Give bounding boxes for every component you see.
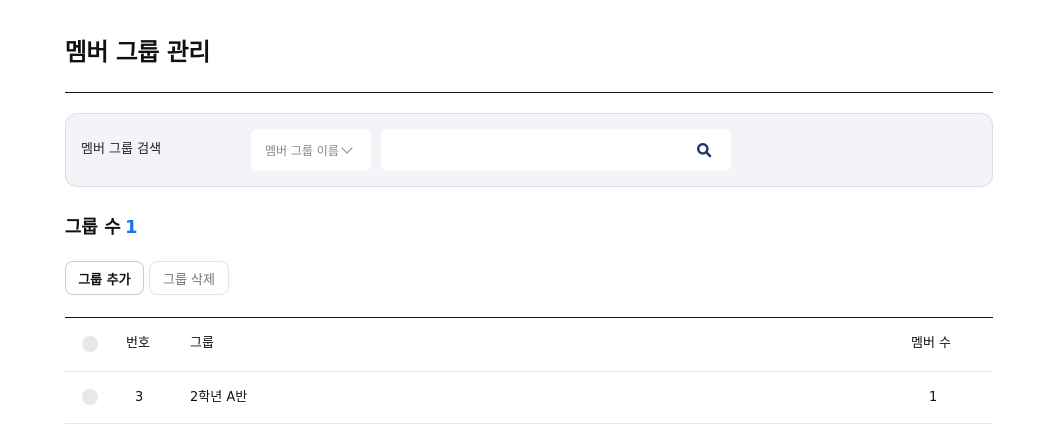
search-icon <box>697 143 712 158</box>
page-title: 멤버 그룹 관리 <box>65 38 211 66</box>
chevron-down-icon <box>341 141 353 154</box>
table-top-border <box>65 317 993 318</box>
search-type-select[interactable]: 멤버 그룹 이름 <box>251 129 371 171</box>
row-checkbox[interactable] <box>82 389 98 405</box>
group-count: 그룹 수1 <box>65 215 137 241</box>
group-count-value: 1 <box>124 217 138 238</box>
search-input[interactable] <box>381 129 731 171</box>
row-divider <box>65 423 993 424</box>
row-member-count: 1 <box>929 390 938 405</box>
header-members: 멤버 수 <box>911 336 952 351</box>
header-divider <box>65 371 993 372</box>
title-divider <box>65 92 993 93</box>
group-count-label: 그룹 수 <box>65 217 121 238</box>
header-group: 그룹 <box>190 336 214 351</box>
row-number: 3 <box>135 390 144 405</box>
header-number: 번호 <box>126 336 150 351</box>
search-label: 멤버 그룹 검색 <box>81 142 162 157</box>
search-button[interactable] <box>690 137 718 163</box>
search-panel: 멤버 그룹 검색 멤버 그룹 이름 <box>65 113 993 187</box>
select-all-checkbox[interactable] <box>82 336 98 352</box>
row-group-name[interactable]: 2학년 A반 <box>190 389 247 407</box>
search-type-value: 멤버 그룹 이름 <box>265 143 339 158</box>
add-group-button[interactable]: 그룹 추가 <box>65 261 144 295</box>
delete-group-button[interactable]: 그룹 삭제 <box>149 261 229 295</box>
